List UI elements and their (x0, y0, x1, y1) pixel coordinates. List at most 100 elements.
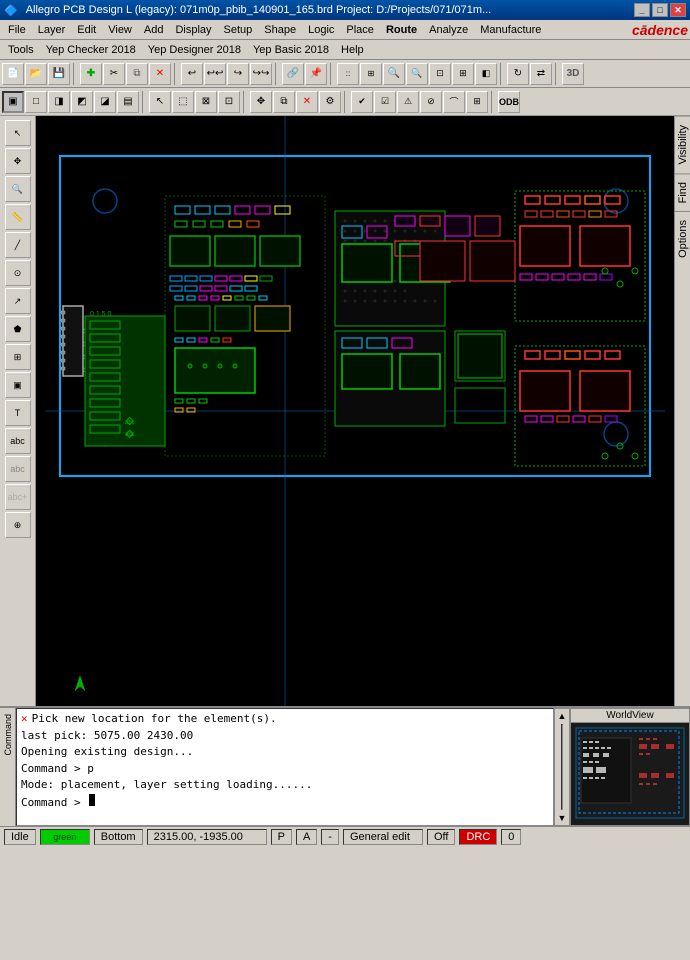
scroll-up-button[interactable]: ▲ (556, 709, 569, 723)
minimize-button[interactable]: _ (634, 3, 650, 17)
via-lt-button[interactable]: ⊙ (5, 260, 31, 286)
worldview-label: WorldView (571, 709, 689, 723)
menu-shape[interactable]: Shape (258, 22, 302, 38)
select-lt-button[interactable]: ↖ (5, 120, 31, 146)
menu-view[interactable]: View (102, 22, 138, 38)
zoom-fit-button[interactable]: ⊡ (429, 63, 451, 85)
menu-setup[interactable]: Setup (218, 22, 259, 38)
window-controls[interactable]: _ □ ✕ (634, 3, 686, 17)
drc-clear[interactable]: ⊘ (420, 91, 442, 113)
zoom-prev-button[interactable]: ◧ (475, 63, 497, 85)
layer-btn1[interactable]: ▣ (2, 91, 24, 113)
abc-lt-button[interactable]: abc (5, 456, 31, 482)
copy-button[interactable]: ⧉ (126, 63, 148, 85)
log-text: ✕ Pick new location for the element(s). … (17, 709, 553, 813)
menu-edit[interactable]: Edit (71, 22, 102, 38)
select-button[interactable]: ⬚ (172, 91, 194, 113)
text2-lt-button[interactable]: abc (5, 428, 31, 454)
menu-display[interactable]: Display (169, 22, 217, 38)
canvas-area[interactable]: 0 1 5 0 (36, 116, 674, 706)
log-scrollbar[interactable]: ▲ ▼ (554, 708, 570, 826)
line-lt-button[interactable]: ╱ (5, 232, 31, 258)
select2-button[interactable]: ⊠ (195, 91, 217, 113)
layer-btn6[interactable]: ▤ (117, 91, 139, 113)
menu-route[interactable]: Route (380, 22, 423, 38)
cursor-button[interactable]: ↖ (149, 91, 171, 113)
worldview-canvas (571, 723, 689, 823)
cut-button[interactable]: ✂ (103, 63, 125, 85)
drc-check1[interactable]: ✔ (351, 91, 373, 113)
fp-lt-button[interactable]: ⊞ (5, 344, 31, 370)
layer-btn2[interactable]: □ (25, 91, 47, 113)
layer-btn4[interactable]: ◩ (71, 91, 93, 113)
sep6 (555, 63, 559, 85)
menu-analyze[interactable]: Analyze (423, 22, 474, 38)
text-lt-button[interactable]: T (5, 400, 31, 426)
zoom-area-button[interactable]: ⊞ (452, 63, 474, 85)
ruler-lt-button[interactable]: 📏 (5, 204, 31, 230)
zoom-lt-button[interactable]: 🔍 (5, 176, 31, 202)
log-area[interactable]: ✕ Pick new location for the element(s). … (16, 708, 554, 826)
zoom-out-button[interactable]: 🔍 (406, 63, 428, 85)
new-button[interactable]: 📄 (2, 63, 24, 85)
prop-button[interactable]: ⚙ (319, 91, 341, 113)
p-indicator[interactable]: P (271, 829, 292, 845)
menu-add[interactable]: Add (138, 22, 170, 38)
select3-button[interactable]: ⊡ (218, 91, 240, 113)
3d-button[interactable]: 3D (562, 63, 584, 85)
menu-place[interactable]: Place (340, 22, 380, 38)
add-line[interactable]: ⌒ (443, 91, 465, 113)
redo2-button[interactable]: ↪↪ (250, 63, 272, 85)
pan-lt-button[interactable]: ✥ (5, 148, 31, 174)
add-connect-button[interactable]: ✚ (80, 63, 102, 85)
menu-help[interactable]: Help (335, 42, 370, 58)
lock-button[interactable]: 📌 (305, 63, 327, 85)
scroll-down-button[interactable]: ▼ (556, 811, 569, 825)
delete2-button[interactable]: ✕ (296, 91, 318, 113)
open-button[interactable]: 📂 (25, 63, 47, 85)
undo2-button[interactable]: ↩↩ (204, 63, 226, 85)
comp-lt-button[interactable]: ▣ (5, 372, 31, 398)
maximize-button[interactable]: □ (652, 3, 668, 17)
odb-button[interactable]: ODB (498, 91, 520, 113)
layer-btn3[interactable]: ◨ (48, 91, 70, 113)
grid-button[interactable]: :: (337, 63, 359, 85)
menubar: File Layer Edit View Add Display Setup S… (0, 20, 690, 40)
menubar2: Tools Yep Checker 2018 Yep Designer 2018… (0, 40, 690, 60)
menu-yep-designer[interactable]: Yep Designer 2018 (142, 42, 247, 58)
drc-run[interactable]: ⚠ (397, 91, 419, 113)
menu-manufacture[interactable]: Manufacture (474, 22, 547, 38)
menu-tools[interactable]: Tools (2, 42, 40, 58)
copy2-button[interactable]: ⧉ (273, 91, 295, 113)
delete-button[interactable]: ✕ (149, 63, 171, 85)
a-indicator[interactable]: A (296, 829, 317, 845)
undo-button[interactable]: ↩ (181, 63, 203, 85)
grid2-button[interactable]: ⊞ (360, 63, 382, 85)
abc2-lt-button[interactable]: abc+ (5, 484, 31, 510)
menu-logic[interactable]: Logic (302, 22, 340, 38)
sep9 (344, 91, 348, 113)
menu-layer[interactable]: Layer (32, 22, 72, 38)
zoom-in-button[interactable]: 🔍 (383, 63, 405, 85)
flip-button[interactable]: ⇄ (530, 63, 552, 85)
options-tab[interactable]: Options (675, 211, 690, 266)
shape-lt-button[interactable]: ⬟ (5, 316, 31, 342)
save-button[interactable]: 💾 (48, 63, 70, 85)
route-lt-button[interactable]: ↗ (5, 288, 31, 314)
pin-lt-button[interactable]: ⊕ (5, 512, 31, 538)
rotate-button[interactable]: ↻ (507, 63, 529, 85)
visibility-tab[interactable]: Visibility (675, 116, 690, 173)
find-tab[interactable]: Find (675, 173, 690, 211)
rats-nest-button[interactable]: 🔗 (282, 63, 304, 85)
command-label-area: Command (0, 708, 16, 826)
layer-btn5[interactable]: ◪ (94, 91, 116, 113)
minimap-area[interactable]: WorldView (570, 708, 690, 826)
finish-route[interactable]: ⊞ (466, 91, 488, 113)
redo-button[interactable]: ↪ (227, 63, 249, 85)
menu-file[interactable]: File (2, 22, 32, 38)
menu-yep-basic[interactable]: Yep Basic 2018 (247, 42, 335, 58)
move-button[interactable]: ✥ (250, 91, 272, 113)
close-button[interactable]: ✕ (670, 3, 686, 17)
drc-check2[interactable]: ☑ (374, 91, 396, 113)
menu-yep-checker[interactable]: Yep Checker 2018 (40, 42, 142, 58)
